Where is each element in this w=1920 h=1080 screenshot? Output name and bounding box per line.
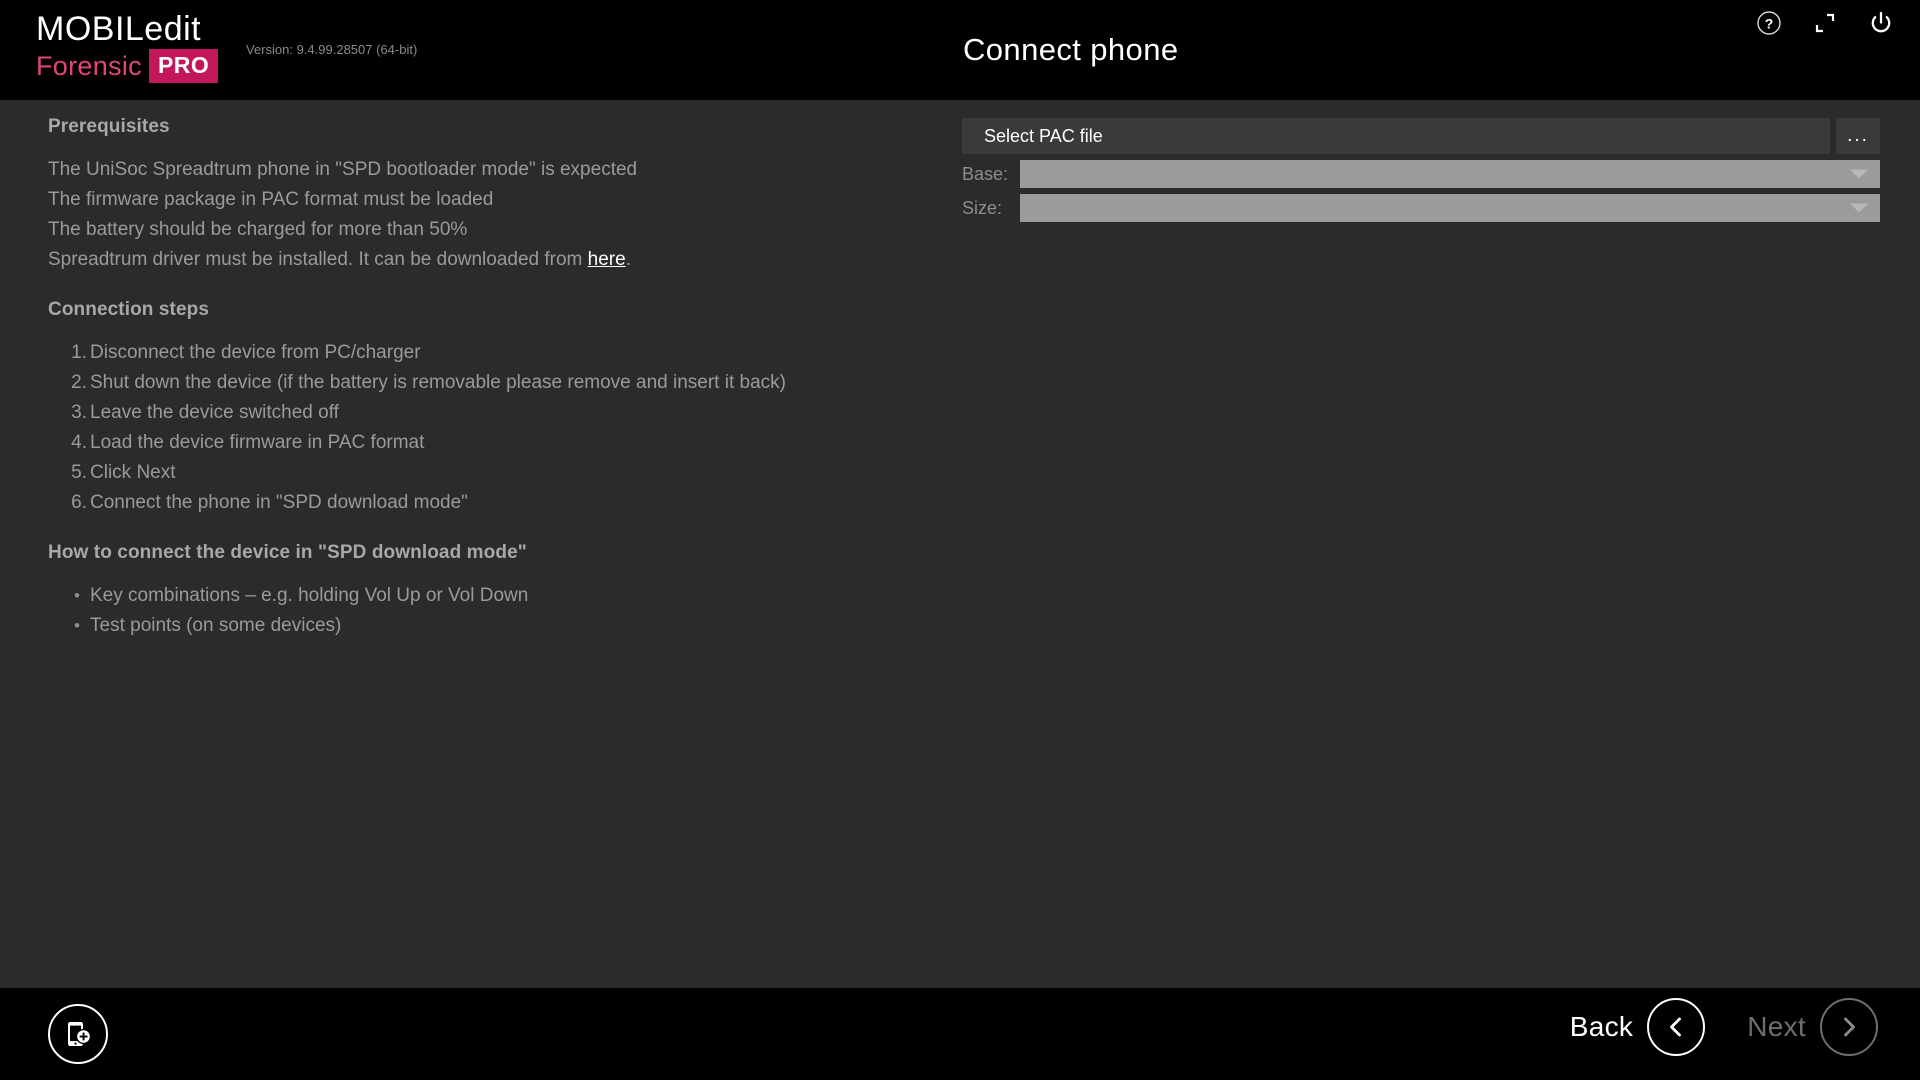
content-area: Prerequisites The UniSoc Spreadtrum phon… xyxy=(0,100,1920,988)
app-window: MOBILedit Forensic PRO Version: 9.4.99.2… xyxy=(0,0,1920,1080)
size-row: Size: xyxy=(962,194,1880,222)
size-dropdown[interactable] xyxy=(1020,194,1880,222)
restore-down-icon[interactable] xyxy=(1808,6,1842,40)
footer-bar: Back Next xyxy=(0,988,1920,1080)
brand-subtitle: Forensic PRO xyxy=(36,49,219,83)
power-icon[interactable] xyxy=(1864,6,1898,40)
add-device-icon xyxy=(68,1022,92,1046)
driver-text-after: . xyxy=(625,249,631,270)
version-label: Version: 9.4.99.28507 (64-bit) xyxy=(246,42,418,57)
back-button-label: Back xyxy=(1569,1011,1634,1042)
brand-logo: MOBILedit Forensic PRO xyxy=(36,10,219,83)
brand-name: MOBILedit xyxy=(36,10,202,48)
spreadtrum-driver-link[interactable]: here xyxy=(588,249,626,270)
list-item: Test points (on some devices) xyxy=(74,611,928,641)
howto-heading: How to connect the device in "SPD downlo… xyxy=(48,542,527,563)
title-bar: MOBILedit Forensic PRO Version: 9.4.99.2… xyxy=(0,0,1920,100)
prerequisite-line: The UniSoc Spreadtrum phone in "SPD boot… xyxy=(48,159,638,180)
list-item: Click Next xyxy=(65,458,176,488)
chevron-down-icon xyxy=(1850,203,1868,213)
list-item: Connect the phone in "SPD download mode" xyxy=(65,488,468,518)
list-item: Leave the device switched off xyxy=(65,398,339,428)
prerequisite-driver-line: Spreadtrum driver must be installed. It … xyxy=(48,245,928,275)
prerequisite-line: The battery should be charged for more t… xyxy=(48,219,468,240)
list-item: Shut down the device (if the battery is … xyxy=(65,368,786,398)
next-button[interactable]: Next xyxy=(1747,998,1878,1056)
pac-file-row: Select PAC file ... xyxy=(962,118,1880,154)
list-item: Disconnect the device from PC/charger xyxy=(65,338,421,368)
help-circle-icon[interactable]: ? xyxy=(1752,6,1786,40)
brand-forensic-text: Forensic xyxy=(36,51,142,81)
browse-pac-file-button[interactable]: ... xyxy=(1836,118,1880,154)
howto-bullet-list: Key combinations – e.g. holding Vol Up o… xyxy=(74,581,928,641)
connection-steps-heading: Connection steps xyxy=(48,299,210,320)
connection-steps-list: Disconnect the device from PC/charger Sh… xyxy=(65,338,928,518)
pac-file-input[interactable]: Select PAC file xyxy=(962,118,1830,154)
prerequisite-line: The firmware package in PAC format must … xyxy=(48,189,494,210)
pac-form-pane: Select PAC file ... Base: Size: xyxy=(962,118,1880,222)
svg-text:?: ? xyxy=(1765,15,1774,31)
chevron-left-icon xyxy=(1647,998,1706,1056)
back-button[interactable]: Back xyxy=(1569,998,1706,1056)
base-row: Base: xyxy=(962,160,1880,188)
add-device-button[interactable] xyxy=(48,1004,108,1064)
instructions-pane: Prerequisites The UniSoc Spreadtrum phon… xyxy=(48,116,928,641)
prerequisites-heading: Prerequisites xyxy=(48,116,170,137)
base-dropdown[interactable] xyxy=(1020,160,1880,188)
next-button-label: Next xyxy=(1747,1011,1806,1042)
chevron-down-icon xyxy=(1850,169,1868,179)
chevron-right-icon xyxy=(1820,998,1878,1056)
brand-pro-badge: PRO xyxy=(148,49,219,83)
size-label: Size: xyxy=(962,197,1003,218)
page-title: Connect phone xyxy=(963,32,1179,67)
list-item: Load the device firmware in PAC format xyxy=(65,428,425,458)
base-label: Base: xyxy=(962,163,1009,184)
wizard-navigation: Back Next xyxy=(1570,998,1878,1056)
driver-text-before: Spreadtrum driver must be installed. It … xyxy=(48,249,588,270)
list-item: Key combinations – e.g. holding Vol Up o… xyxy=(74,581,928,611)
window-controls: ? xyxy=(1752,6,1898,40)
